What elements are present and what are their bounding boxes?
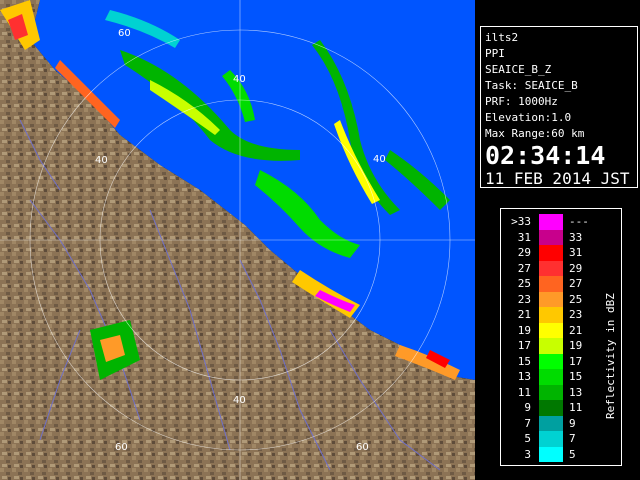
legend-lower-bound: 19	[517, 323, 531, 337]
legend-color-swatch	[539, 291, 563, 307]
legend-upper-bound: 7	[569, 432, 576, 445]
legend-upper-bound: 13	[569, 385, 583, 399]
legend-color-swatch	[539, 322, 563, 338]
range-label: 60	[118, 28, 131, 39]
legend-color-swatch	[539, 307, 563, 323]
max-range-value: Max Range:60 km	[485, 127, 585, 140]
legend-lower-bound: 31	[517, 230, 531, 244]
legend-upper-bound: 11	[569, 401, 583, 414]
range-label: 60	[115, 442, 128, 453]
legend-unit-label: Reflectivity in dBZ	[604, 293, 617, 419]
legend-row: 23 25	[501, 291, 601, 307]
legend-lower-bound: 21	[517, 308, 531, 321]
range-label: 40	[233, 395, 246, 406]
legend-upper-bound: 19	[569, 339, 583, 352]
legend-upper-bound: 5	[569, 447, 576, 461]
station-name: ilts2	[485, 31, 519, 44]
legend-color-swatch	[539, 369, 563, 385]
range-label: 40	[233, 74, 246, 85]
legend-upper-bound: 29	[569, 261, 583, 275]
legend-lower-bound: 25	[517, 277, 531, 290]
scan-date: 11 FEB 2014 JST	[485, 169, 630, 188]
legend-row: 11 13	[501, 384, 601, 400]
legend-lower-bound: 9	[524, 401, 531, 414]
legend-upper-bound: 17	[569, 354, 583, 368]
legend-color-swatch	[539, 276, 563, 292]
legend-color-swatch	[539, 260, 563, 276]
legend-row: 31 33	[501, 229, 601, 245]
legend-lower-bound: 23	[517, 292, 531, 306]
legend-lower-bound: 3	[524, 447, 531, 461]
legend-color-swatch	[539, 353, 563, 369]
legend-upper-bound: 33	[569, 230, 583, 244]
legend-upper-bound: 27	[569, 277, 583, 290]
legend-color-swatch	[539, 415, 563, 431]
range-label: 60	[356, 442, 369, 453]
legend-row: 17 19	[501, 338, 601, 354]
range-label: 40	[373, 154, 386, 165]
legend-lower-bound: 17	[517, 339, 531, 352]
legend-lower-bound: 15	[517, 354, 531, 368]
legend-upper-bound: 15	[569, 370, 583, 383]
legend-row: 79	[501, 415, 601, 431]
scan-info-panel: ilts2 PPI SEAICE_B_Z Task: SEAICE_B PRF:…	[480, 26, 638, 188]
legend-row: 13 15	[501, 369, 601, 385]
legend-color-swatch	[539, 400, 563, 416]
elevation-value: Elevation:1.0	[485, 111, 572, 124]
legend-lower-bound: 11	[517, 385, 531, 399]
legend-row: 19 21	[501, 322, 601, 338]
legend-upper-bound: 21	[569, 323, 583, 337]
legend-row: 15 17	[501, 353, 601, 369]
task-name: Task: SEAICE_B	[485, 79, 578, 92]
legend-row: 21 23	[501, 307, 601, 323]
legend-upper-bound: 23	[569, 308, 583, 321]
legend-color-swatch	[539, 446, 563, 462]
legend-upper-bound: 25	[569, 292, 583, 306]
legend-lower-bound: 13	[517, 370, 531, 383]
legend-upper-bound: ---	[569, 215, 589, 228]
legend-color-swatch	[539, 229, 563, 245]
legend-color-swatch	[539, 431, 563, 447]
legend-lower-bound: 5	[524, 432, 531, 445]
legend-upper-bound: 31	[569, 246, 583, 259]
product-name: PPI	[485, 47, 505, 60]
legend-row: 25 27	[501, 276, 601, 292]
legend-row: 57	[501, 431, 601, 447]
legend-color-swatch	[539, 214, 563, 230]
legend-row: 29 31	[501, 245, 601, 261]
reflectivity-legend: Reflectivity in dBZ >33 --- 31 33 29 31 27 29 25…	[500, 208, 622, 466]
legend-row: 9 11	[501, 400, 601, 416]
legend-upper-bound: 9	[569, 416, 576, 430]
legend-color-swatch	[539, 384, 563, 400]
prf-value: PRF: 1000Hz	[485, 95, 558, 108]
legend-color-swatch	[539, 245, 563, 261]
legend-row: >33 ---	[501, 214, 601, 230]
legend-row: 35	[501, 446, 601, 462]
scan-name: SEAICE_B_Z	[485, 63, 552, 76]
scan-time: 02:34:14	[485, 141, 606, 170]
legend-lower-bound: 7	[524, 416, 531, 430]
legend-lower-bound: 27	[517, 261, 531, 275]
radar-ppi-map[interactable]: 60 40 40 40 40 60 60	[0, 0, 475, 480]
legend-row: 27 29	[501, 260, 601, 276]
legend-lower-bound: >33	[511, 215, 531, 228]
legend-color-swatch	[539, 338, 563, 354]
range-label: 40	[95, 155, 108, 166]
legend-lower-bound: 29	[517, 246, 531, 259]
